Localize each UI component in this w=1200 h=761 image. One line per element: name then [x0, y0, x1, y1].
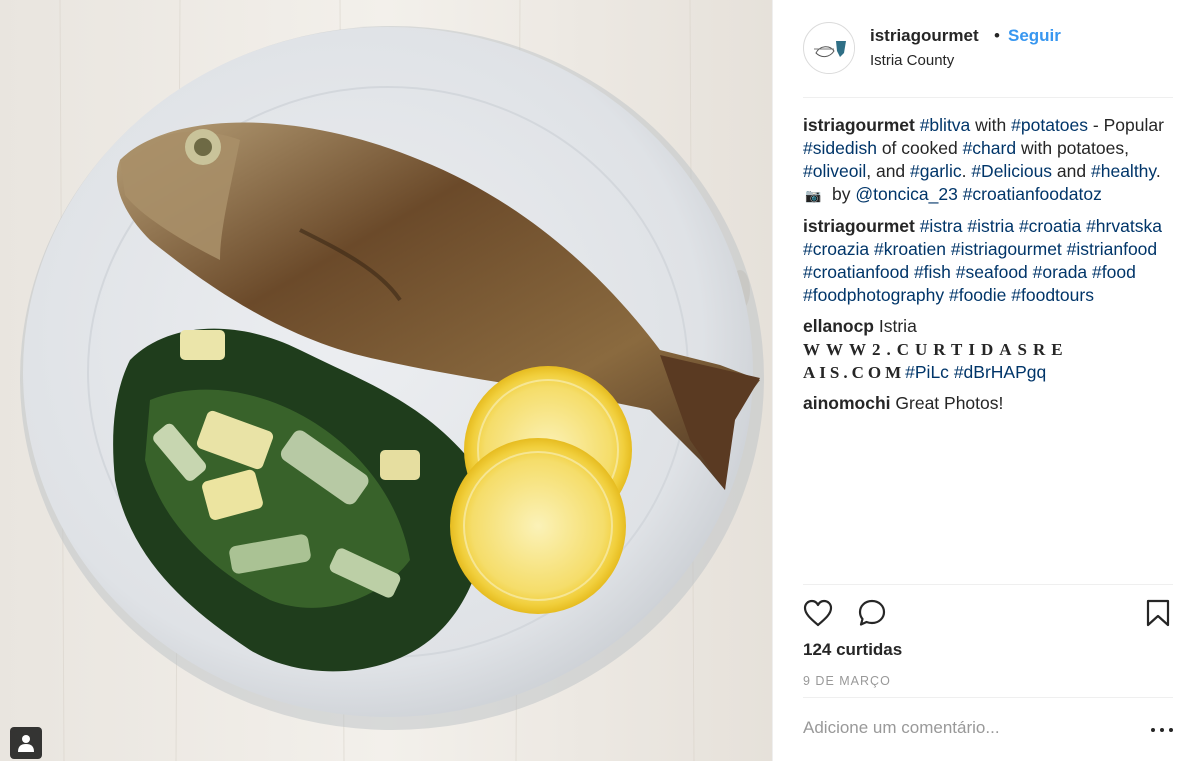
hashtag-link[interactable]: #orada: [1033, 262, 1088, 282]
post-header: istriagourmet • Seguir Istria County: [803, 22, 1173, 98]
comment-text: and: [1052, 161, 1091, 181]
hashtag-link[interactable]: #croazia: [803, 239, 869, 259]
hashtag-link[interactable]: #istrianfood: [1067, 239, 1157, 259]
hashtag-link[interactable]: #healthy: [1091, 161, 1156, 181]
comment-text: Great Photos!: [895, 393, 1004, 413]
comment-text: with potatoes,: [1016, 138, 1129, 158]
follow-button[interactable]: Seguir: [1008, 26, 1061, 46]
post-date[interactable]: 9 DE MARÇO: [803, 674, 891, 688]
comment-text: .: [961, 161, 972, 181]
hashtag-link[interactable]: #Delicious: [971, 161, 1052, 181]
more-options-icon[interactable]: [1151, 720, 1173, 740]
spam-url-text: WWW2.CURTIDASRE: [803, 340, 1069, 359]
post-location[interactable]: Istria County: [870, 52, 954, 69]
comment-username[interactable]: istriagourmet: [803, 216, 915, 236]
comment-item: ainomochi Great Photos!: [803, 392, 1177, 415]
comment-text: Istria: [878, 316, 917, 336]
comment-input[interactable]: [803, 718, 1123, 738]
food-photo-image: [0, 0, 772, 761]
comment-item: ellanocp Istria WWW2.CURTIDASRE AIS.COM#…: [803, 315, 1177, 384]
mention-link[interactable]: @toncica_23: [855, 184, 957, 204]
hashtag-link[interactable]: #food: [1092, 262, 1136, 282]
tag-people-button[interactable]: [10, 727, 42, 759]
hashtag-link[interactable]: #potatoes: [1011, 115, 1088, 135]
comment-text: , and: [866, 161, 911, 181]
comment-item: istriagourmet #istra #istria #croatia #h…: [803, 215, 1177, 307]
post-username[interactable]: istriagourmet: [870, 26, 979, 46]
comment-username[interactable]: istriagourmet: [803, 115, 915, 135]
comment-button[interactable]: [857, 599, 889, 629]
hashtag-link[interactable]: #garlic: [910, 161, 962, 181]
hashtag-link[interactable]: #istria: [967, 216, 1014, 236]
camera-emoji-icon: 📷: [805, 188, 822, 203]
action-bar: [803, 584, 1173, 640]
comments-list: istriagourmet #blitva with #potatoes - P…: [803, 114, 1177, 423]
hashtag-link[interactable]: #fish: [914, 262, 951, 282]
istria-gourmet-logo: [805, 24, 854, 73]
like-button[interactable]: [803, 599, 835, 629]
hashtag-link[interactable]: #croatianfoodatoz: [963, 184, 1102, 204]
comment-username[interactable]: ainomochi: [803, 393, 891, 413]
hashtag-link[interactable]: #oliveoil: [803, 161, 866, 181]
hashtag-link[interactable]: #istra: [920, 216, 963, 236]
post-photo[interactable]: [0, 0, 772, 761]
hashtag-link[interactable]: #istriagourmet: [951, 239, 1062, 259]
heart-icon: [803, 599, 833, 627]
comment-username[interactable]: ellanocp: [803, 316, 874, 336]
comment-text: with: [970, 115, 1012, 135]
hashtag-link[interactable]: #dBrHAPgq: [954, 362, 1046, 382]
hashtag-link[interactable]: #foodtours: [1011, 285, 1094, 305]
person-tag-icon: [18, 735, 34, 752]
comment-item: istriagourmet #blitva with #potatoes - P…: [803, 114, 1177, 207]
hashtag-link[interactable]: #chard: [963, 138, 1017, 158]
separator-dot: •: [994, 26, 1000, 45]
comment-text: by: [827, 184, 856, 204]
hashtag-link[interactable]: #PiLc: [905, 362, 949, 382]
comment-text: .: [1155, 161, 1161, 181]
save-button[interactable]: [1145, 599, 1177, 629]
hashtag-link[interactable]: #croatia: [1019, 216, 1081, 236]
comment-text: - Popular: [1088, 115, 1164, 135]
hashtag-link[interactable]: #sidedish: [803, 138, 877, 158]
comment-text: of cooked: [876, 138, 963, 158]
spam-url-text: AIS.COM: [803, 363, 906, 382]
hashtag-link[interactable]: #foodie: [949, 285, 1006, 305]
hashtag-link[interactable]: #croatianfood: [803, 262, 909, 282]
hashtag-link[interactable]: #blitva: [920, 115, 971, 135]
add-comment-section: [803, 697, 1173, 761]
avatar[interactable]: [803, 22, 855, 74]
hashtag-link[interactable]: #seafood: [956, 262, 1028, 282]
hashtag-link[interactable]: #hrvatska: [1086, 216, 1162, 236]
bookmark-icon: [1146, 599, 1170, 627]
comment-bubble-icon: [858, 599, 886, 626]
hashtag-link[interactable]: #foodphotography: [803, 285, 944, 305]
likes-count[interactable]: 124 curtidas: [803, 640, 902, 660]
hashtag-link[interactable]: #kroatien: [874, 239, 946, 259]
post-side-panel: istriagourmet • Seguir Istria County ist…: [772, 0, 1200, 761]
